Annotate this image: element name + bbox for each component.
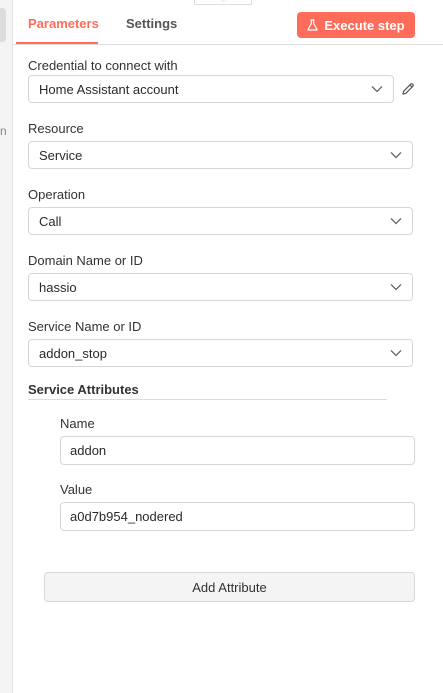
attribute-value-value: a0d7b954_nodered [70, 509, 183, 524]
left-panel-tab[interactable] [0, 8, 6, 42]
chevron-down-icon [371, 86, 383, 93]
domain-value: hassio [39, 279, 77, 295]
active-tab-indicator [16, 42, 98, 44]
chevron-down-icon [390, 350, 402, 357]
resource-label: Resource [28, 121, 84, 136]
attribute-value-label: Value [60, 482, 93, 497]
left-panel-glyph: n [0, 124, 7, 138]
tab-settings[interactable]: Settings [126, 16, 177, 31]
attribute-value-input[interactable]: a0d7b954_nodered [60, 502, 415, 531]
tab-parameters[interactable]: Parameters [28, 16, 99, 31]
tab-bar: Parameters Settings Execute step [12, 0, 443, 45]
service-value: addon_stop [39, 345, 107, 361]
chevron-down-icon [390, 218, 402, 225]
operation-select[interactable]: Call [28, 207, 413, 235]
service-select[interactable]: addon_stop [28, 339, 413, 367]
operation-label: Operation [28, 187, 86, 202]
attribute-name-label: Name [60, 416, 95, 431]
credential-select[interactable]: Home Assistant account [28, 75, 394, 103]
service-label: Service Name or ID [28, 319, 142, 334]
resource-value: Service [39, 147, 83, 163]
section-divider [28, 399, 387, 400]
chevron-down-icon [390, 284, 402, 291]
resource-select[interactable]: Service [28, 141, 413, 169]
flask-icon [307, 19, 319, 31]
credential-value: Home Assistant account [39, 81, 179, 97]
chevron-down-icon [390, 152, 402, 159]
node-parameters-panel: Parameters Settings Execute step Credent… [12, 0, 443, 693]
attribute-name-input[interactable]: addon [60, 436, 415, 465]
domain-select[interactable]: hassio [28, 273, 413, 301]
service-attributes-title: Service Attributes [28, 382, 139, 397]
attribute-name-value: addon [70, 443, 107, 458]
add-attribute-button[interactable]: Add Attribute [44, 572, 415, 602]
operation-value: Call [39, 213, 62, 229]
credential-label: Credential to connect with [28, 58, 178, 73]
execute-step-label: Execute step [324, 17, 405, 33]
execute-step-button[interactable]: Execute step [297, 12, 415, 38]
pencil-icon[interactable] [401, 82, 415, 96]
domain-label: Domain Name or ID [28, 253, 143, 268]
